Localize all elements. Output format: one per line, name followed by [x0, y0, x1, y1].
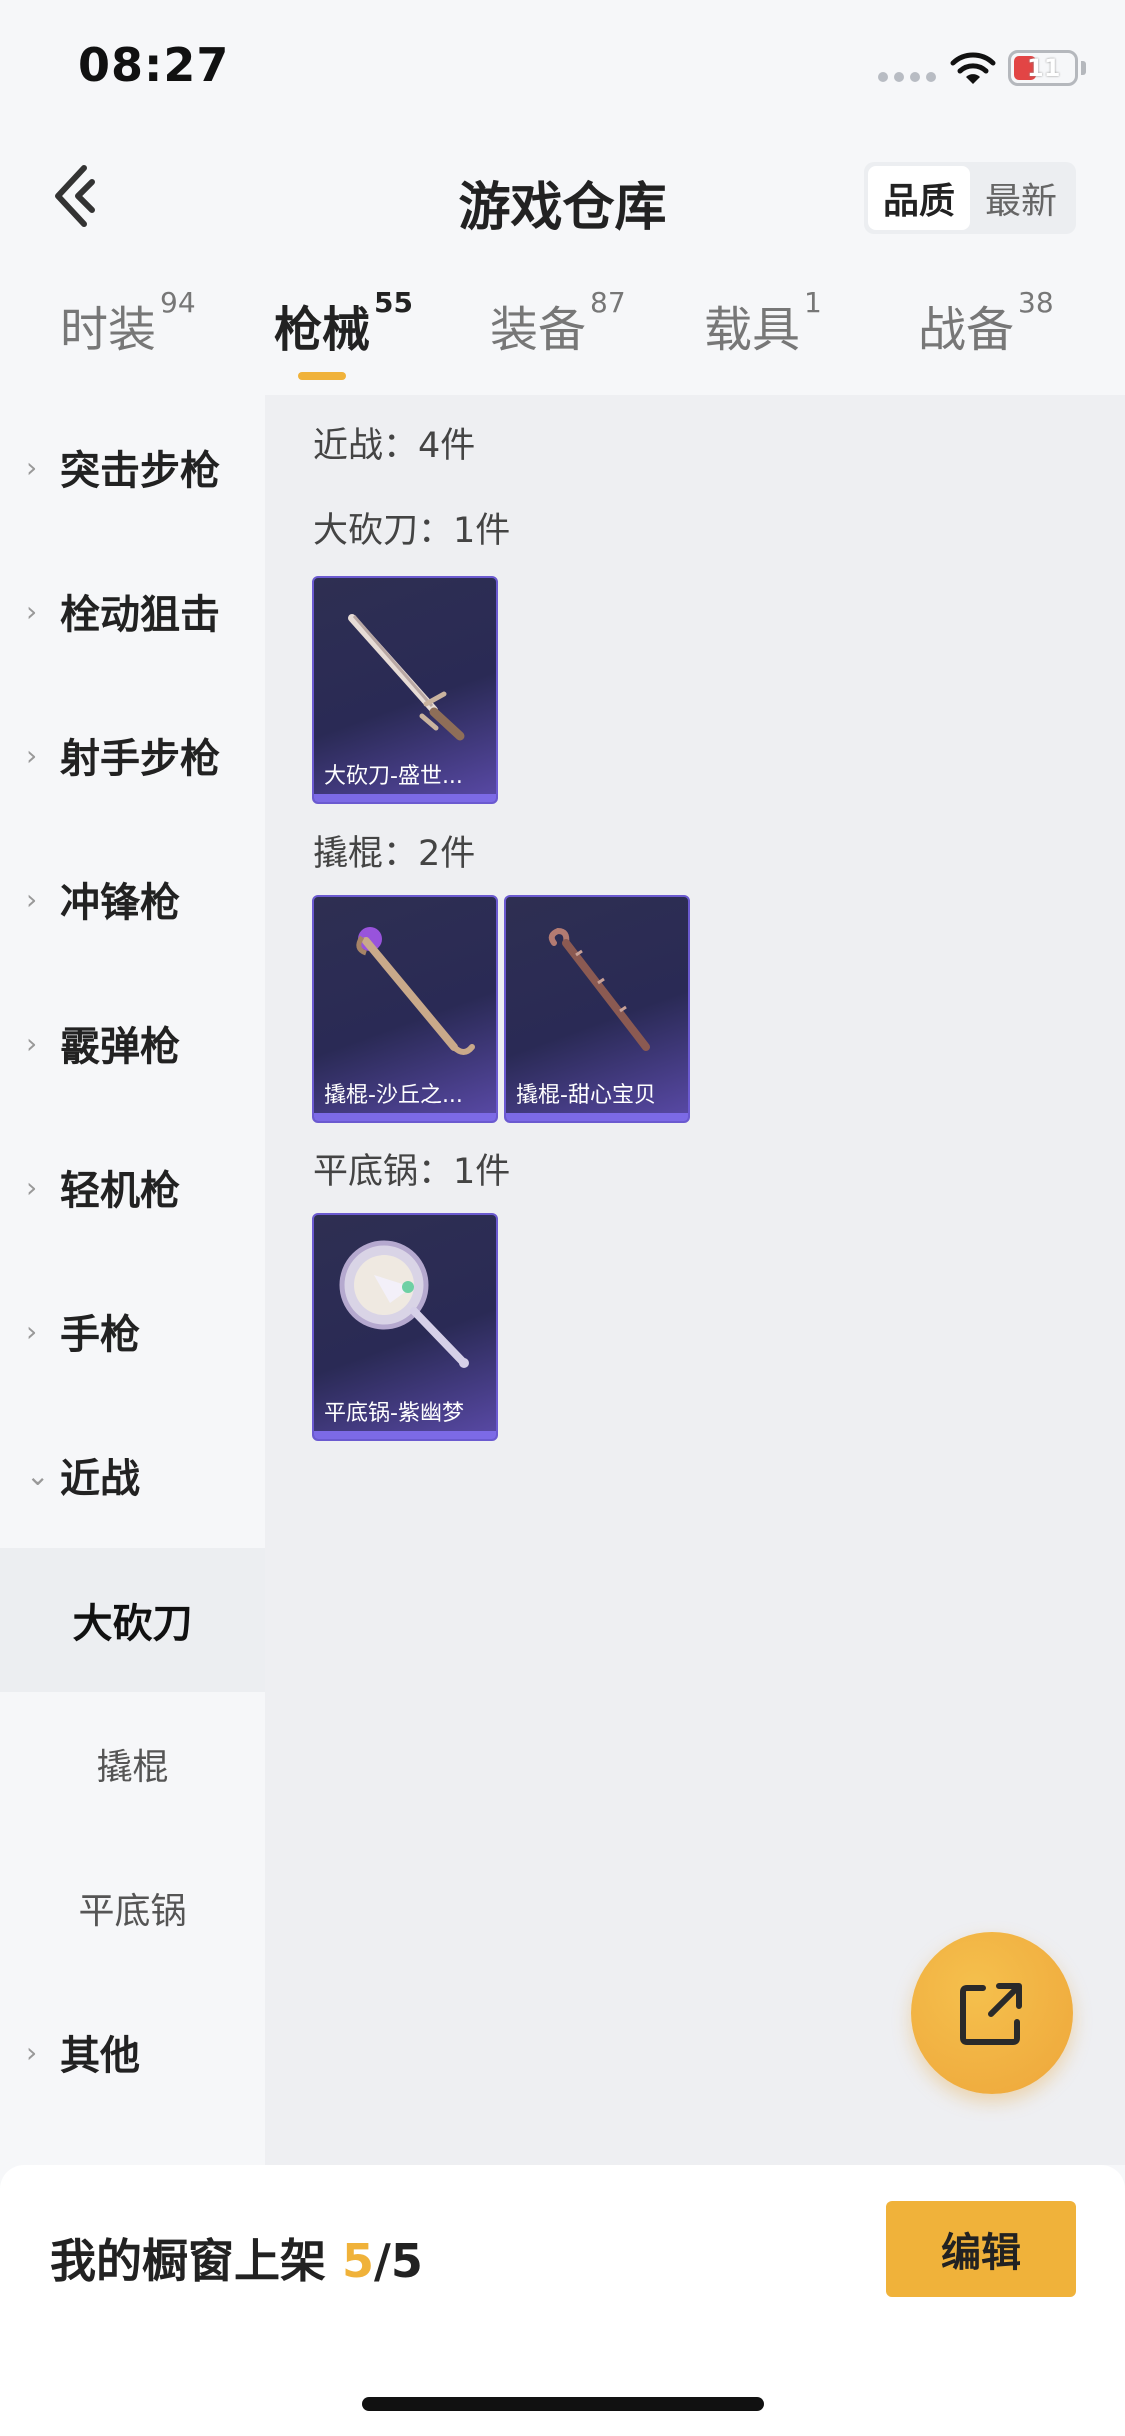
- chevron-right-icon: ›: [26, 882, 38, 916]
- group-label-frying-pan: 平底锅：1件: [313, 1152, 511, 1192]
- cellular-signal-icon: [878, 72, 936, 82]
- sidebar-item-smg[interactable]: › 冲锋枪: [0, 827, 265, 971]
- tab-combat-gear[interactable]: 战备 38: [918, 286, 1054, 360]
- sort-newest-button[interactable]: 最新: [970, 166, 1072, 230]
- edit-button[interactable]: 编辑: [886, 2201, 1076, 2297]
- status-time: 08:27: [78, 38, 230, 92]
- item-card[interactable]: 平底锅-紫幽梦: [312, 1213, 498, 1441]
- item-grid-panel: 近战：4件 大砍刀：1件 大砍刀-盛世... 撬棍：2件 撬棍-沙丘之... 撬…: [265, 395, 1125, 2165]
- sidebar: › 突击步枪 › 栓动狙击 › 射手步枪 › 冲锋枪 › 霰弹枪 › 轻机枪 › 手枪 ⌄ 近战…: [0, 395, 265, 2165]
- chevron-right-icon: ›: [26, 1314, 38, 1348]
- item-card[interactable]: 撬棍-沙丘之...: [312, 895, 498, 1123]
- category-tabs: 时装 94 枪械 55 装备 87 载具 1 战备 38: [0, 286, 1125, 390]
- sidebar-item-pistol[interactable]: › 手枪: [0, 1259, 265, 1403]
- bottom-bar: 我的橱窗上架 5/5 编辑: [0, 2165, 1125, 2436]
- chevron-right-icon: ›: [26, 738, 38, 772]
- frying-pan-icon: [339, 1240, 469, 1368]
- tab-equipment[interactable]: 装备 87: [490, 286, 626, 360]
- wifi-icon: [950, 52, 996, 84]
- sort-quality-button[interactable]: 品质: [868, 166, 970, 230]
- sidebar-item-bolt-sniper[interactable]: › 栓动狙击: [0, 539, 265, 683]
- chevron-right-icon: ›: [26, 1026, 38, 1060]
- melee-summary: 近战：4件: [313, 426, 476, 466]
- item-name: 撬棍-甜心宝贝: [516, 1083, 656, 1108]
- crowbar-icon: [356, 927, 475, 1055]
- battery-level: 11: [1027, 54, 1061, 82]
- chevron-right-icon: ›: [26, 1170, 38, 1204]
- battery-icon: 11: [1008, 50, 1078, 86]
- group-label-machete: 大砍刀：1件: [313, 511, 511, 551]
- home-indicator[interactable]: [362, 2397, 764, 2411]
- tab-fashion[interactable]: 时装 94: [60, 286, 196, 360]
- showcase-shelf-status: 我的橱窗上架 5/5: [50, 2234, 423, 2288]
- sidebar-subitem-crowbar[interactable]: 撬棍: [0, 1692, 265, 1836]
- active-tab-indicator: [298, 372, 346, 380]
- sidebar-item-lmg[interactable]: › 轻机枪: [0, 1115, 265, 1259]
- sidebar-item-shotgun[interactable]: › 霰弹枪: [0, 971, 265, 1115]
- sidebar-subitem-machete[interactable]: 大砍刀: [0, 1548, 265, 1692]
- item-name: 平底锅-紫幽梦: [324, 1401, 464, 1426]
- item-name: 撬棍-沙丘之...: [324, 1083, 463, 1108]
- item-card[interactable]: 大砍刀-盛世...: [312, 576, 498, 804]
- sort-toggle: 品质 最新: [864, 162, 1076, 234]
- sidebar-item-assault-rifle[interactable]: › 突击步枪: [0, 395, 265, 539]
- chevron-right-icon: ›: [26, 2035, 38, 2069]
- sidebar-subitem-frying-pan[interactable]: 平底锅: [0, 1836, 265, 1980]
- tab-vehicles[interactable]: 载具 1: [704, 286, 822, 360]
- sidebar-item-other[interactable]: › 其他: [0, 1980, 265, 2124]
- chevron-right-icon: ›: [26, 450, 38, 484]
- sidebar-item-melee[interactable]: ⌄ 近战: [0, 1403, 265, 1547]
- sidebar-item-marksman-rifle[interactable]: › 射手步枪: [0, 683, 265, 827]
- item-card[interactable]: 撬棍-甜心宝贝: [504, 895, 690, 1123]
- chevron-right-icon: ›: [26, 594, 38, 628]
- machete-icon: [348, 614, 465, 741]
- share-export-icon: [960, 1983, 1022, 2045]
- item-name: 大砍刀-盛世...: [324, 764, 463, 789]
- group-label-crowbar: 撬棍：2件: [313, 834, 476, 874]
- chevron-down-icon: ⌄: [26, 1458, 50, 1492]
- crowbar-icon: [548, 927, 650, 1051]
- status-bar: 08:27 11: [0, 0, 1125, 140]
- share-fab[interactable]: [911, 1932, 1073, 2094]
- tab-firearms[interactable]: 枪械 55: [274, 286, 413, 360]
